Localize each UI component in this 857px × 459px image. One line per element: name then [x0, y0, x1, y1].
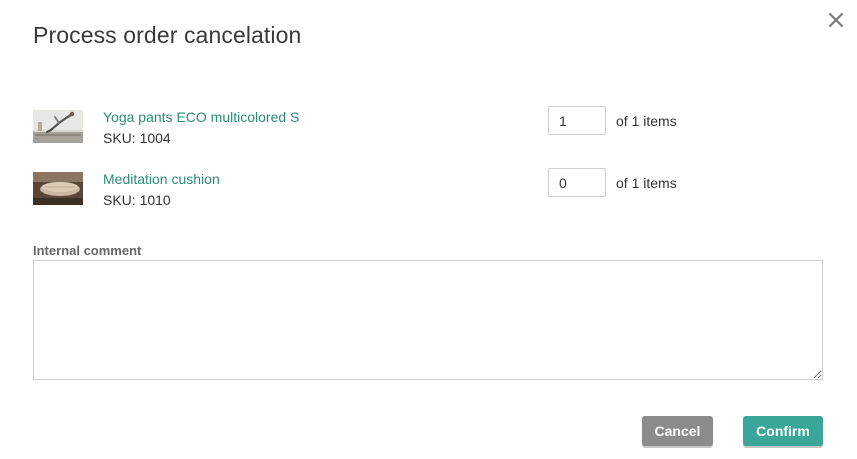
internal-comment-field[interactable] [33, 260, 823, 380]
order-item-row: Yoga pants ECO multicolored S SKU: 1004 … [33, 106, 823, 150]
cancel-button[interactable]: Cancel [642, 416, 713, 446]
product-sku: SKU: 1004 [103, 130, 171, 146]
confirm-button[interactable]: Confirm [743, 416, 823, 446]
internal-comment-label: Internal comment [33, 243, 142, 258]
product-sku: SKU: 1010 [103, 192, 171, 208]
order-item-row: Meditation cushion SKU: 1010 of 1 items [33, 168, 823, 212]
of-items-label: of 1 items [616, 175, 677, 191]
close-icon[interactable] [824, 8, 848, 32]
cancel-order-dialog: Process order cancelation Yoga pants ECO… [0, 0, 857, 459]
of-items-label: of 1 items [616, 113, 677, 129]
product-name-link[interactable]: Meditation cushion [103, 171, 220, 187]
quantity-input[interactable] [548, 168, 606, 197]
product-name-link[interactable]: Yoga pants ECO multicolored S [103, 109, 299, 125]
dialog-title: Process order cancelation [33, 22, 302, 48]
product-thumbnail-cushion [33, 172, 83, 205]
quantity-input[interactable] [548, 106, 606, 135]
product-thumbnail-yoga [33, 110, 83, 143]
